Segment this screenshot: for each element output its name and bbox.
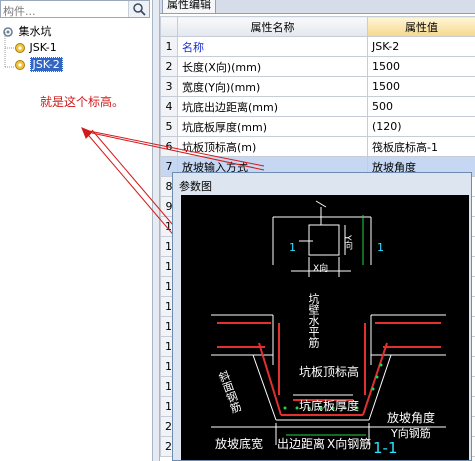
property-name: 长度(X向)(mm) [177,56,368,77]
tab-property-edit[interactable]: 属性编辑 [162,0,216,13]
tree-node-label: JSK-1 [29,41,57,54]
panel-splitter[interactable] [152,0,160,461]
property-value[interactable]: JSK-2 [367,36,475,57]
parameter-diagram-window[interactable]: 参数图 1 1 X向 Y向 坑壁水平筋 坑板顶标高 斜面钢筋 坑底板厚度 放坡角… [172,172,472,461]
property-value[interactable]: (120) [367,116,475,137]
popup-title: 参数图 [179,180,212,193]
section-title: 1-1 [373,439,398,457]
property-value[interactable]: 1500 [367,76,475,97]
tree-node-jsk2[interactable]: JSK-2 [14,57,63,72]
row-number: 4 [160,96,178,117]
header-property-value[interactable]: 属性值 [367,16,475,37]
pit-group-icon [3,27,13,37]
property-name: 名称 [177,36,368,57]
slope-angle-label: 放坡角度 [387,411,436,425]
grid-header-row: 属性名称 属性值 [160,16,475,37]
property-name: 坑板顶标高(m) [177,136,368,157]
top-elevation-label: 坑板顶标高 [299,365,360,379]
slope-bottom-width-label: 放坡底宽 [215,437,264,451]
row-number: 6 [160,136,178,157]
table-row[interactable]: 6 坑板顶标高(m) 筏板底标高-1 [160,136,475,157]
search-box[interactable]: 构件... [0,0,150,18]
property-value[interactable]: 1500 [367,56,475,77]
property-name: 宽度(Y向)(mm) [177,76,368,97]
edge-distance-label: 出边距离 [277,437,326,451]
property-name: 坑底板厚度(mm) [177,116,368,137]
property-value[interactable]: 500 [367,96,475,117]
tree-node-label-selected: JSK-2 [29,57,63,72]
row-number: 1 [160,36,178,57]
search-input[interactable]: 构件... [3,3,36,19]
y-direction-label: Y向 [342,235,352,250]
row-number: 3 [160,76,178,97]
table-row[interactable]: 2 长度(X向)(mm) 1500 [160,56,475,77]
section-mark-left: 1 [289,241,296,254]
header-property-name[interactable]: 属性名称 [177,16,368,37]
bottom-thickness-label: 坑底板厚度 [299,399,360,413]
section-mark-right: 1 [377,241,384,254]
x-rebar-label: X向钢筋 [327,437,372,451]
gear-icon [15,60,25,70]
gear-icon [15,43,25,53]
search-icon [133,3,146,16]
tab-strip: 属性编辑 [160,0,475,14]
row-number: 5 [160,116,178,137]
component-tree-panel: 构件... 集水坑 JSK-1 JSK-2 就是这个标高。 [0,0,152,461]
property-name: 坑底出边距离(mm) [177,96,368,117]
tree-root-label: 集水坑 [18,25,52,38]
corner-cell [160,16,178,37]
table-row[interactable]: 3 宽度(Y向)(mm) 1500 [160,76,475,97]
parameter-diagram-canvas: 1 1 X向 Y向 坑壁水平筋 坑板顶标高 斜面钢筋 坑底板厚度 放坡角度 Y向… [181,195,469,460]
property-value[interactable]: 筏板底标高-1 [367,136,475,157]
row-number: 2 [160,56,178,77]
tree-node-jsk1[interactable]: JSK-1 [14,41,57,55]
table-row[interactable]: 4 坑底出边距离(mm) 500 [160,96,475,117]
wall-rebar-label: 坑壁水平筋 [307,293,320,348]
table-row[interactable]: 5 坑底板厚度(mm) (120) [160,116,475,137]
annotation-text: 就是这个标高。 [40,95,125,109]
table-row[interactable]: 1 名称 JSK-2 [160,36,475,57]
tree-node-root[interactable]: 集水坑 [1,25,52,39]
x-direction-label: X向 [313,264,329,274]
search-button[interactable] [128,1,149,17]
